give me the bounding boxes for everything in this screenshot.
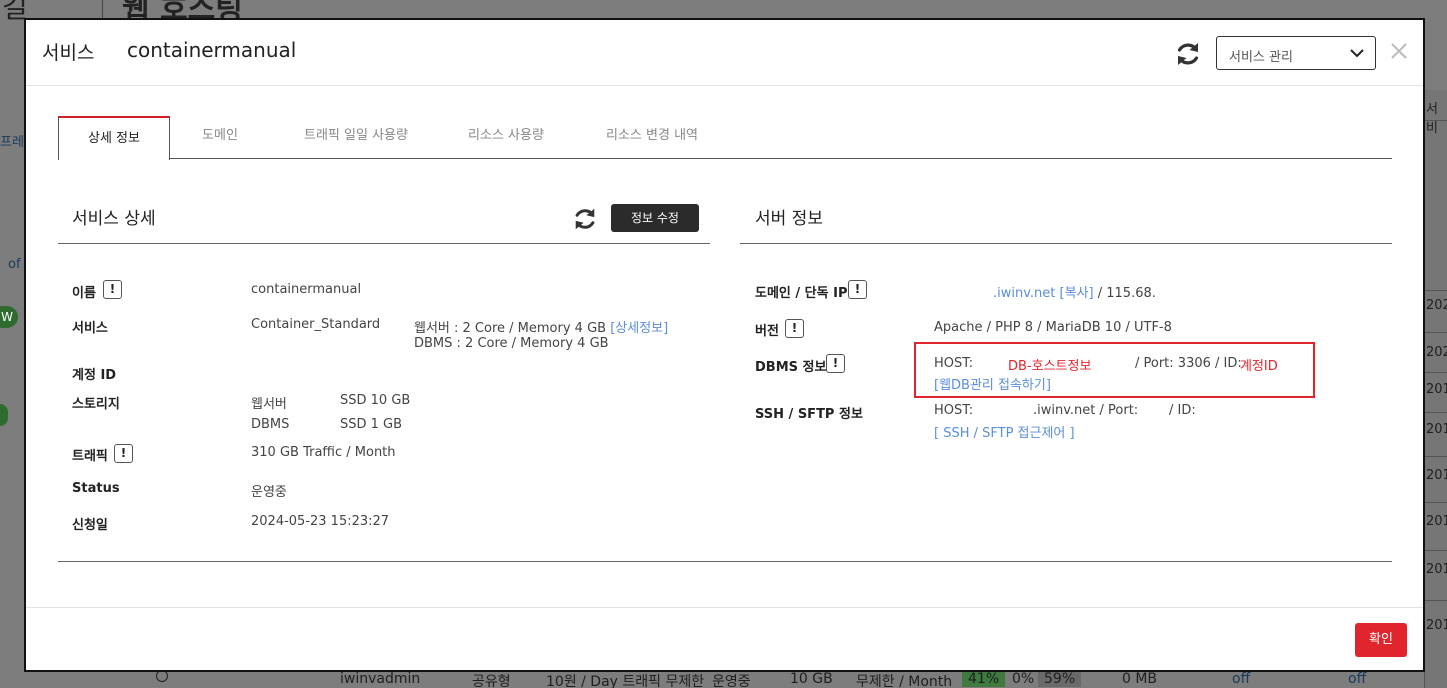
bg-left-text: 프레 — [0, 135, 24, 150]
ssh-id: / ID: — [1169, 403, 1196, 418]
tab-bar: 상세 정보 도메인 트래픽 일일 사용량 리소스 사용량 리소스 변경 내역 — [58, 116, 1392, 160]
name-label: 이름 — [72, 286, 96, 301]
bg-cell-pct2: 0% — [1012, 671, 1035, 687]
bg-cell-disk: 10 GB — [790, 671, 833, 687]
bg-cell-price: 10원 / Day 트래픽 무제한 — [546, 674, 705, 688]
section-divider — [58, 561, 1392, 562]
bg-cell-traffic: 무제한 / Month — [856, 674, 953, 688]
storage-web-name: 웹서버 — [251, 397, 287, 412]
bg-right-cell: 202 — [1426, 298, 1447, 313]
ssh-label: SSH / SFTP 정보 — [755, 407, 863, 422]
storage-label: 스토리지 — [72, 397, 120, 412]
apply-date-value: 2024-05-23 15:23:27 — [251, 514, 390, 529]
bg-cell-type: 공유형 — [472, 674, 511, 688]
bg-cell-off: off — [1348, 671, 1367, 687]
info-icon[interactable]: ! — [785, 319, 804, 338]
bg-cell-pct3: 59% — [1038, 671, 1082, 687]
bg-right-header: 서비 — [1426, 102, 1438, 136]
service-detail-title: 서비스 상세 — [72, 209, 156, 229]
service-manage-select[interactable]: 서비스 관리 — [1216, 36, 1376, 70]
modal-footer — [26, 607, 1423, 672]
ssh-host: .iwinv.net / Port: — [1033, 403, 1139, 418]
info-icon[interactable]: ! — [826, 354, 845, 373]
modal-label: 서비스 — [42, 42, 95, 64]
bg-green-badge: W — [0, 306, 18, 328]
status-value: 운영중 — [251, 485, 287, 500]
bg-table-row: iwinvadmin 공유형 10원 / Day 트래픽 무제한 운영중 10 … — [140, 670, 1424, 688]
bg-divider — [102, 0, 103, 18]
bg-right-cell: 201 — [1426, 562, 1447, 577]
domain-ip-value: .iwinv.net [복사] / 115.68. — [993, 282, 1156, 301]
domain-host-link[interactable]: .iwinv.net — [993, 286, 1055, 301]
service-modal: 서비스 containermanual 서비스 관리 상세 정보 도메인 트래픽… — [24, 18, 1425, 672]
name-value: containermanual — [251, 282, 362, 297]
info-icon[interactable]: ! — [848, 280, 867, 299]
status-label: Status — [72, 481, 120, 496]
spec-web-text: 웹서버 : 2 Core / Memory 4 GB — [414, 321, 607, 336]
bg-cell-user: iwinvadmin — [340, 671, 421, 687]
tab-resource-usage[interactable]: 리소스 사용량 — [456, 116, 556, 159]
traffic-label: 트래픽 — [72, 449, 108, 464]
bg-right-cell: 201 — [1426, 618, 1447, 633]
spec-web: 웹서버 : 2 Core / Memory 4 GB [상세정보] — [414, 317, 668, 336]
apply-date-label: 신청일 — [72, 518, 108, 533]
spec-detail-link[interactable]: [상세정보] — [610, 321, 668, 336]
info-icon[interactable]: ! — [103, 280, 122, 299]
account-id-label: 계정 ID — [72, 368, 117, 383]
bg-cell-pct1: 41% — [962, 671, 1006, 687]
spec-dbms: DBMS : 2 Core / Memory 4 GB — [414, 336, 609, 351]
refresh-icon[interactable] — [1174, 40, 1202, 68]
server-info-title: 서버 정보 — [755, 209, 823, 229]
service-value: Container_Standard — [251, 317, 381, 332]
bg-right-cell: 201 — [1426, 382, 1447, 397]
ssh-host-prefix: HOST: — [934, 403, 974, 418]
service-label: 서비스 — [72, 321, 108, 336]
storage-db-name: DBMS — [251, 417, 290, 432]
bg-cell-off: off — [1232, 671, 1251, 687]
copy-link[interactable]: [복사] — [1060, 286, 1094, 301]
modal-title: containermanual — [127, 38, 297, 62]
section-divider — [740, 243, 1392, 244]
storage-db-size: SSD 1 GB — [340, 417, 403, 432]
ssh-access-link[interactable]: [ SSH / SFTP 접근제어 ] — [934, 422, 1075, 441]
modal-header: 서비스 containermanual 서비스 관리 — [26, 20, 1423, 86]
domain-ip-label: 도메인 / 단독 IP — [755, 286, 848, 301]
bg-right-cell: 201 — [1426, 514, 1447, 529]
bg-right-cell: 201 — [1426, 468, 1447, 483]
refresh-icon[interactable] — [572, 206, 598, 232]
bg-cell-size: 0 MB — [1122, 671, 1158, 687]
bg-green-dot — [0, 404, 8, 426]
storage-web-size: SSD 10 GB — [340, 393, 411, 408]
confirm-button[interactable]: 확인 — [1355, 623, 1407, 657]
service-manage-select-value: 서비스 관리 — [1229, 50, 1293, 65]
bg-left-text: of — [8, 257, 21, 272]
dbms-label: DBMS 정보 — [755, 360, 827, 375]
bg-right-cell: 202 — [1426, 345, 1447, 360]
traffic-value: 310 GB Traffic / Month — [251, 445, 396, 460]
bg-right-cell: 201 — [1426, 422, 1447, 437]
highlight-box — [914, 342, 1315, 398]
close-icon[interactable] — [1388, 40, 1410, 62]
version-value: Apache / PHP 8 / MariaDB 10 / UTF-8 — [934, 320, 1172, 335]
tab-domain[interactable]: 도메인 — [184, 116, 256, 159]
tab-traffic-daily[interactable]: 트래픽 일일 사용량 — [286, 116, 426, 159]
section-divider — [58, 243, 710, 244]
edit-info-button[interactable]: 정보 수정 — [611, 204, 699, 232]
chevron-down-icon — [1350, 49, 1364, 58]
tab-detail[interactable]: 상세 정보 — [58, 116, 170, 160]
domain-ip-text: / 115.68. — [1097, 286, 1156, 301]
version-label: 버전 — [755, 324, 779, 339]
info-icon[interactable]: ! — [114, 444, 133, 463]
tab-resource-history[interactable]: 리소스 변경 내역 — [592, 116, 712, 159]
bg-cell-status: 운영중 — [712, 674, 751, 688]
